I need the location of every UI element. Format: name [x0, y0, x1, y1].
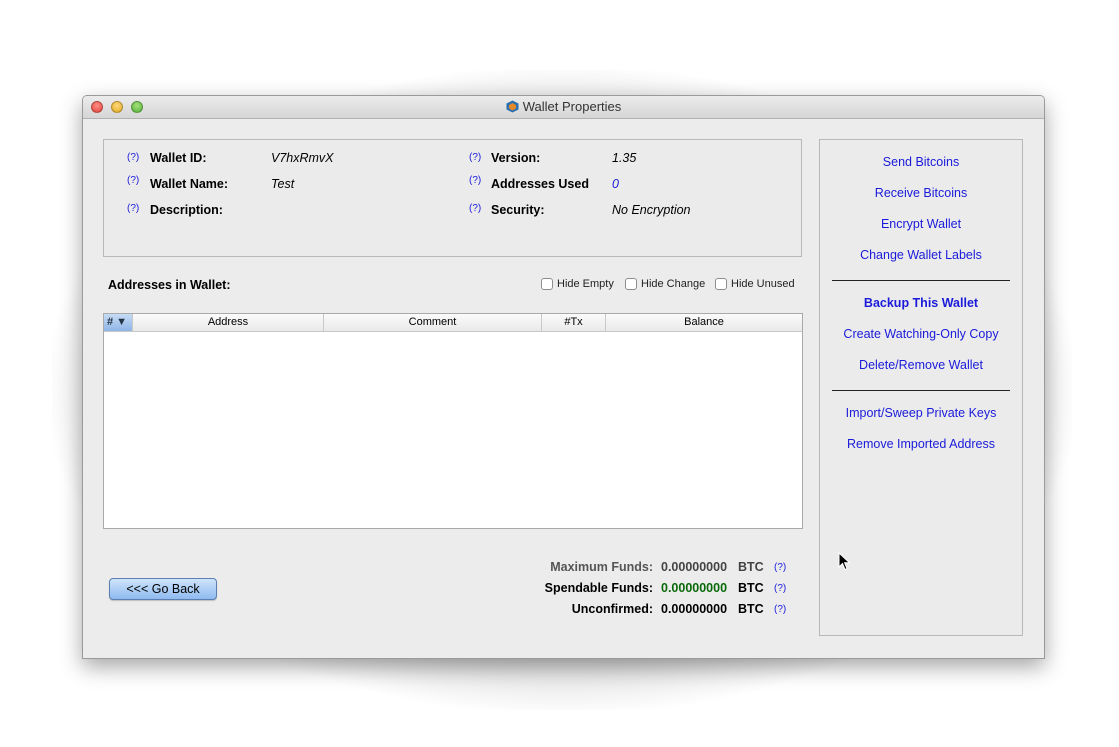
remove-imported-address-button[interactable]: Remove Imported Address — [820, 437, 1022, 451]
change-wallet-labels-button[interactable]: Change Wallet Labels — [820, 248, 1022, 262]
sidebar-divider — [832, 280, 1010, 281]
import-sweep-private-keys-button[interactable]: Import/Sweep Private Keys — [820, 406, 1022, 420]
encrypt-wallet-button[interactable]: Encrypt Wallet — [820, 217, 1022, 231]
hide-empty-checkbox[interactable]: Hide Empty — [541, 278, 614, 290]
receive-bitcoins-button[interactable]: Receive Bitcoins — [820, 186, 1022, 200]
addresses-table-header: # ▼ Address Comment #Tx Balance — [104, 314, 802, 332]
wallet-id-label: Wallet ID: — [150, 151, 207, 165]
wallet-info-panel: (?) Wallet ID: V7hxRmvX (?) Wallet Name:… — [103, 139, 802, 257]
version-value: 1.35 — [612, 151, 637, 165]
version-help-link[interactable]: (?) — [469, 152, 481, 163]
window-title: Wallet Properties — [83, 99, 1044, 114]
security-help-link[interactable]: (?) — [469, 203, 481, 214]
unconfirmed-funds-help-link[interactable]: (?) — [774, 604, 786, 615]
create-watching-only-copy-button[interactable]: Create Watching-Only Copy — [820, 327, 1022, 341]
wallet-id-help-link[interactable]: (?) — [127, 152, 139, 163]
hide-empty-label: Hide Empty — [557, 278, 614, 290]
maximum-funds-label: Maximum Funds: — [550, 560, 653, 574]
sidebar-divider — [832, 390, 1010, 391]
security-label: Security: — [491, 203, 545, 217]
column-header-tx[interactable]: #Tx — [542, 314, 606, 331]
go-back-button[interactable]: <<< Go Back — [109, 578, 217, 600]
hide-change-label: Hide Change — [641, 278, 706, 290]
hide-change-checkbox-box[interactable] — [625, 278, 637, 290]
maximum-funds-help-link[interactable]: (?) — [774, 562, 786, 573]
maximum-funds-amount: 0.00000000 — [661, 560, 728, 574]
addresses-used-value[interactable]: 0 — [612, 177, 619, 191]
backup-wallet-button[interactable]: Backup This Wallet — [820, 296, 1022, 310]
hide-empty-checkbox-box[interactable] — [541, 278, 553, 290]
column-header-comment[interactable]: Comment — [324, 314, 542, 331]
unconfirmed-funds-unit: BTC — [738, 602, 764, 616]
window-title-text: Wallet Properties — [522, 99, 622, 114]
unconfirmed-funds-label: Unconfirmed: — [571, 602, 653, 616]
description-label: Description: — [150, 203, 223, 217]
spendable-funds-help-link[interactable]: (?) — [774, 583, 786, 594]
version-label: Version: — [491, 151, 541, 165]
description-help-link[interactable]: (?) — [127, 203, 139, 214]
hide-unused-checkbox-box[interactable] — [715, 278, 727, 290]
addresses-section-title: Addresses in Wallet: — [108, 278, 231, 292]
armory-app-icon — [506, 100, 519, 113]
addresses-used-label: Addresses Used — [491, 177, 589, 191]
hide-change-checkbox[interactable]: Hide Change — [625, 278, 705, 290]
delete-remove-wallet-button[interactable]: Delete/Remove Wallet — [820, 358, 1022, 372]
maximum-funds-unit: BTC — [738, 560, 764, 574]
spendable-funds-label: Spendable Funds: — [544, 581, 653, 595]
title-bar[interactable]: Wallet Properties — [83, 96, 1044, 119]
column-header-balance[interactable]: Balance — [606, 314, 802, 331]
addresses-used-help-link[interactable]: (?) — [469, 175, 481, 186]
unconfirmed-funds-amount: 0.00000000 — [661, 602, 728, 616]
wallet-name-value: Test — [271, 177, 295, 191]
wallet-name-label: Wallet Name: — [150, 177, 229, 191]
mouse-cursor-icon — [838, 552, 851, 571]
addresses-table[interactable]: # ▼ Address Comment #Tx Balance — [103, 313, 803, 529]
security-value: No Encryption — [612, 203, 691, 217]
send-bitcoins-button[interactable]: Send Bitcoins — [820, 155, 1022, 169]
column-header-number[interactable]: # ▼ — [104, 314, 133, 331]
hide-unused-checkbox[interactable]: Hide Unused — [715, 278, 795, 290]
spendable-funds-unit: BTC — [738, 581, 764, 595]
wallet-name-help-link[interactable]: (?) — [127, 175, 139, 186]
spendable-funds-amount: 0.00000000 — [661, 581, 728, 595]
wallet-properties-window: Wallet Properties (?) Wallet ID: V7hxRmv… — [82, 95, 1045, 659]
wallet-id-value: V7hxRmvX — [271, 151, 334, 165]
column-header-address[interactable]: Address — [133, 314, 324, 331]
hide-unused-label: Hide Unused — [731, 278, 795, 290]
